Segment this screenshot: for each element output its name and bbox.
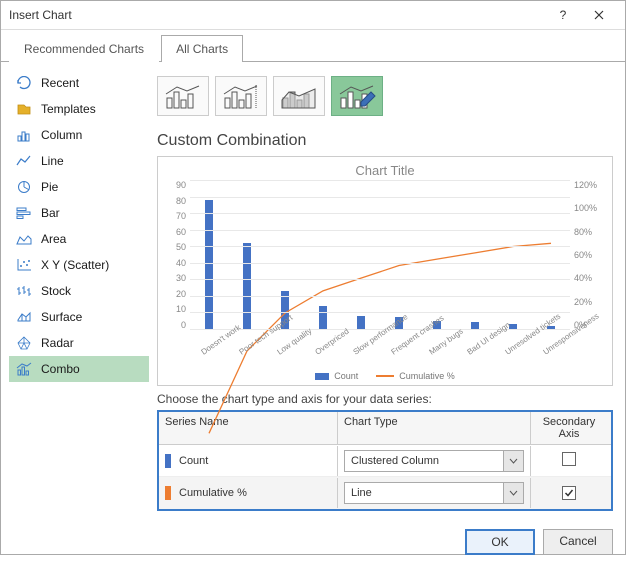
templates-icon bbox=[15, 101, 33, 117]
tab-recommended[interactable]: Recommended Charts bbox=[9, 35, 159, 62]
sidebar-item-surface[interactable]: Surface bbox=[9, 304, 149, 330]
combo-icon bbox=[15, 361, 33, 377]
sidebar-item-pie[interactable]: Pie bbox=[9, 174, 149, 200]
stock-icon bbox=[15, 283, 33, 299]
chart-subtype-title: Custom Combination bbox=[157, 122, 613, 156]
sidebar-label: Area bbox=[41, 232, 66, 246]
dialog-title: Insert Chart bbox=[9, 8, 545, 22]
series-color-swatch bbox=[165, 454, 171, 468]
combo-variant-2[interactable] bbox=[215, 76, 267, 116]
help-button[interactable]: ? bbox=[545, 1, 581, 29]
combo-variant-1[interactable] bbox=[157, 76, 209, 116]
bar-icon bbox=[15, 205, 33, 221]
sidebar-item-scatter[interactable]: X Y (Scatter) bbox=[9, 252, 149, 278]
sidebar-label: Bar bbox=[41, 206, 60, 220]
combo-variant-custom-icon bbox=[337, 82, 377, 110]
combo-variant-3[interactable] bbox=[273, 76, 325, 116]
pie-icon bbox=[15, 179, 33, 195]
combo-variant-1-icon bbox=[163, 82, 203, 110]
close-button[interactable] bbox=[581, 1, 617, 29]
sidebar-label: Combo bbox=[41, 362, 80, 376]
sidebar-item-line[interactable]: Line bbox=[9, 148, 149, 174]
sidebar-label: Column bbox=[41, 128, 82, 142]
sidebar-item-area[interactable]: Area bbox=[9, 226, 149, 252]
series-color-swatch bbox=[165, 486, 171, 500]
plot-area bbox=[190, 180, 570, 330]
sidebar-item-templates[interactable]: Templates bbox=[9, 96, 149, 122]
surface-icon bbox=[15, 309, 33, 325]
sidebar-label: X Y (Scatter) bbox=[41, 258, 109, 272]
line-icon bbox=[15, 153, 33, 169]
close-icon bbox=[594, 10, 604, 20]
scatter-icon bbox=[15, 257, 33, 273]
column-icon bbox=[15, 127, 33, 143]
sidebar-label: Recent bbox=[41, 76, 79, 90]
sidebar-label: Templates bbox=[41, 102, 96, 116]
area-icon bbox=[15, 231, 33, 247]
sidebar-label: Stock bbox=[41, 284, 71, 298]
sidebar-item-column[interactable]: Column bbox=[9, 122, 149, 148]
sidebar-item-bar[interactable]: Bar bbox=[9, 200, 149, 226]
sidebar-item-combo[interactable]: Combo bbox=[9, 356, 149, 382]
combo-variant-2-icon bbox=[221, 82, 261, 110]
tab-all-charts[interactable]: All Charts bbox=[161, 35, 243, 62]
combo-variant-3-icon bbox=[279, 82, 319, 110]
sidebar-item-recent[interactable]: Recent bbox=[9, 70, 149, 96]
y-axis-left: 9080706050403020100 bbox=[166, 180, 190, 330]
sidebar-label: Line bbox=[41, 154, 64, 168]
sidebar-item-radar[interactable]: Radar bbox=[9, 330, 149, 356]
chart-title: Chart Title bbox=[166, 163, 604, 180]
y-axis-right: 120%100%80%60%40%20%0% bbox=[570, 180, 604, 330]
sidebar-label: Surface bbox=[41, 310, 82, 324]
combo-variant-custom[interactable] bbox=[331, 76, 383, 116]
chart-preview[interactable]: Chart Title 9080706050403020100 120%100%… bbox=[157, 156, 613, 386]
sidebar-label: Radar bbox=[41, 336, 74, 350]
radar-icon bbox=[15, 335, 33, 351]
sidebar-item-stock[interactable]: Stock bbox=[9, 278, 149, 304]
sidebar-label: Pie bbox=[41, 180, 58, 194]
recent-icon bbox=[15, 75, 33, 91]
